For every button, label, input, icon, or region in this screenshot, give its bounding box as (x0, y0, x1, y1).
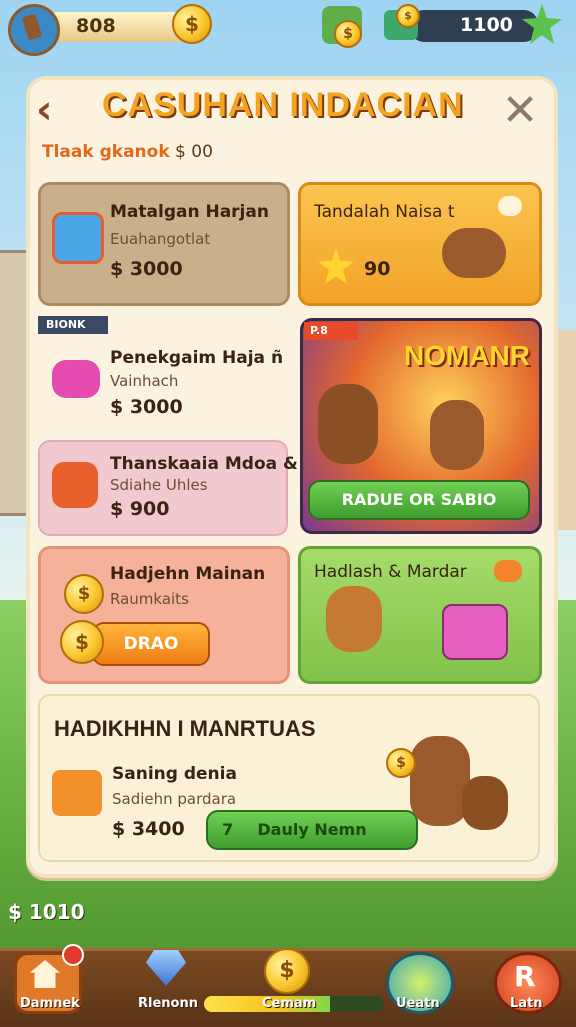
card-4-name: Thanskaaia Mdoa & (110, 454, 298, 474)
card-4-sub: Sdiahe Uhles (110, 476, 208, 494)
coin-counter-right: 1100 (410, 10, 538, 42)
honey-pot-icon (462, 776, 508, 830)
card-3-name: Penekgaim Haja ñ (110, 348, 284, 368)
daily-reward-button-num: 7 (222, 820, 234, 839)
bear-icon (442, 228, 506, 278)
daily-reward-name: Saning denia (112, 764, 237, 784)
card-6-bear-icon (326, 586, 382, 652)
coin-counter-right-value: 1100 (460, 14, 513, 36)
daily-reward-coin-icon: $ (386, 748, 416, 778)
close-icon[interactable]: ✕ (500, 89, 540, 133)
subtitle-value: $ 00 (175, 142, 213, 162)
card-2-value: 90 (364, 258, 391, 280)
promo-bear-left-icon (318, 384, 378, 464)
toybox-icon (52, 212, 104, 264)
back-arrow-icon[interactable]: ‹ (36, 90, 70, 132)
card-4-price: $ 900 (110, 498, 170, 520)
daily-reward-price: $ 3400 (112, 818, 185, 840)
card-5-coin-icon: $ (60, 620, 104, 664)
coin-icon: $ (172, 4, 212, 44)
card-5-sub: Raumkaits (110, 590, 189, 608)
bear-with-pot-icon (410, 736, 470, 826)
panel-subtitle: Tlaak gkanok $ 00 (42, 142, 213, 162)
card-6-name: Hadlash & Mardar (314, 562, 467, 582)
card-6-bubble-icon (494, 560, 522, 582)
card-6-chest-icon (442, 604, 508, 660)
card-3-sub: Vainhach (110, 372, 179, 390)
card-3-price: $ 3000 (110, 396, 183, 418)
promo-bear-right-icon (430, 400, 484, 470)
promo-title: NOMANR (404, 340, 530, 371)
promo-button[interactable]: RADUE OR SABIO (308, 480, 530, 520)
card-1-sub: Euahangotlat (110, 230, 211, 248)
speech-bubble-icon (498, 196, 522, 216)
card-1-name: Matalgan Harjan (110, 202, 269, 222)
center-coin-icon[interactable]: $ (264, 948, 310, 994)
nav-home-label: Damnek (20, 996, 80, 1011)
card-3-badge: BIONK (38, 316, 108, 334)
daily-reward-sub: Sadiehn pardara (112, 790, 237, 808)
card-5-name: Hadjehn Mainan (110, 564, 266, 584)
page-title: CASUHAN INDACIAN (102, 86, 464, 124)
card-1-price: $ 3000 (110, 258, 183, 280)
card-5-button[interactable]: DRAO (92, 622, 210, 666)
card-2-name: Tandalah Naisa t (314, 202, 455, 222)
promo-badge: P.8 (304, 322, 358, 340)
gift-coin-icon: $ (334, 20, 362, 48)
gift-box-icon (52, 360, 100, 398)
daily-reward-button[interactable]: 7 Dauly Nemn (206, 810, 418, 850)
nav-chat-label: Ueatn (396, 996, 440, 1011)
floating-money: $ 1010 (8, 900, 85, 924)
nav-right-icon: R (514, 960, 536, 993)
nav-center-label: Cemam (262, 996, 317, 1011)
cash-coin-icon: $ (396, 4, 420, 28)
nav-right-label: Latn (510, 996, 543, 1011)
notification-badge (62, 944, 84, 966)
fruit-basket-icon (52, 770, 102, 816)
coin-counter-left-value: 808 (76, 15, 116, 37)
nav-items-label: Rlenonn (138, 996, 198, 1011)
coins-pile-icon: $ (64, 574, 104, 614)
daily-reward-title: HADIKHHN I MANRTUAS (54, 716, 316, 741)
vegetable-basket-icon (52, 462, 98, 508)
player-avatar[interactable] (8, 4, 60, 56)
subtitle-text: Tlaak gkanok (42, 142, 170, 162)
daily-reward-button-label: Dauly Nemn (257, 820, 367, 839)
